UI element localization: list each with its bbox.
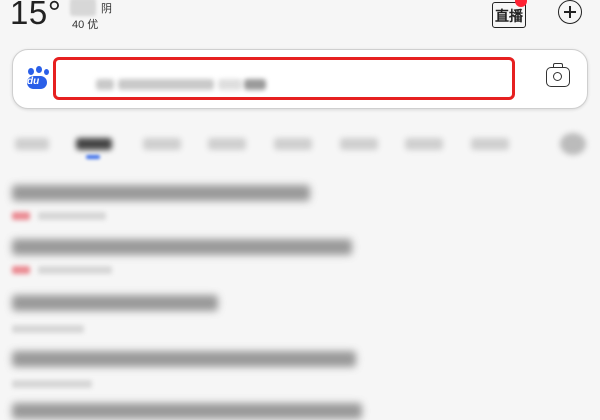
tab[interactable] (15, 138, 49, 150)
list-item[interactable] (12, 351, 356, 367)
temperature: 15° (10, 0, 62, 31)
blurred-query (96, 79, 114, 90)
air-quality: 40 优 (72, 19, 99, 31)
tab[interactable] (340, 138, 378, 150)
tab-bar (0, 130, 600, 160)
list-item[interactable] (12, 185, 310, 201)
tab[interactable] (405, 138, 443, 150)
tab[interactable] (208, 138, 246, 150)
list-item[interactable] (12, 239, 352, 255)
logo-text: du (27, 76, 40, 87)
list-item[interactable] (12, 295, 218, 311)
tab[interactable] (471, 138, 509, 150)
list-item[interactable] (12, 403, 362, 419)
tab-underline (86, 155, 100, 159)
weather-cloud-icon (70, 0, 96, 16)
live-button[interactable]: 直播 (492, 0, 527, 28)
baidu-paw-icon: du (25, 66, 51, 92)
live-badge-icon (515, 0, 527, 7)
status-strip: 15° 阴 40 优 直播 (0, 0, 600, 44)
tab-menu-icon[interactable] (560, 133, 586, 155)
search-input-highlight[interactable] (53, 57, 515, 100)
tab[interactable] (274, 138, 312, 150)
plus-circle-icon[interactable] (558, 0, 582, 24)
tab-active[interactable] (76, 138, 112, 150)
weather-condition: 阴 (101, 3, 112, 15)
search-bar[interactable]: du (12, 49, 588, 109)
camera-icon[interactable] (546, 63, 570, 87)
tab[interactable] (143, 138, 181, 150)
live-label: 直播 (495, 8, 523, 24)
